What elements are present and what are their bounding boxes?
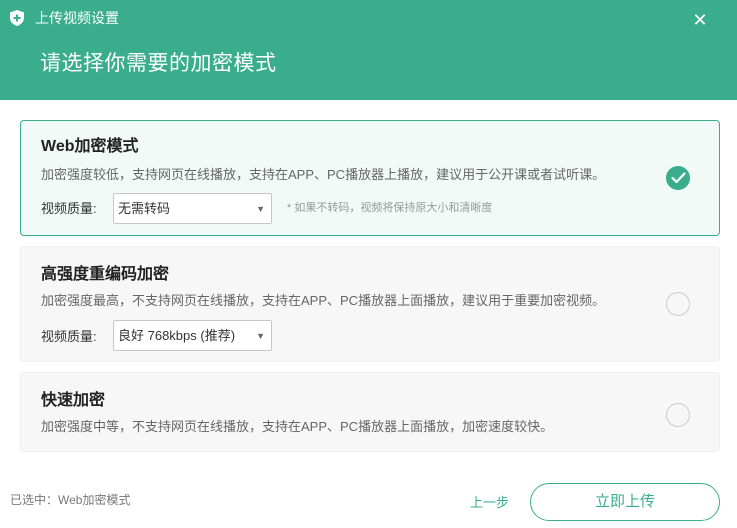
page-heading: 请选择你需要的加密模式 bbox=[40, 52, 277, 75]
selected-status: 已选中：Web加密模式 bbox=[10, 493, 131, 507]
shield-plus-icon bbox=[10, 10, 24, 26]
quality-select-value: 良好 768kbps (推荐) bbox=[118, 328, 236, 343]
option-title: 快速加密 bbox=[41, 392, 106, 409]
upload-now-button[interactable]: 立即上传 bbox=[530, 483, 720, 521]
checkmark-icon bbox=[671, 172, 686, 184]
dropdown-arrow-icon: ▼ bbox=[256, 204, 265, 214]
option-card-web-encryption[interactable]: Web加密模式 加密强度较低，支持网页在线播放，支持在APP、PC播放器上播放，… bbox=[20, 120, 720, 236]
option-description: 加密强度中等，不支持网页在线播放，支持在APP、PC播放器上面播放，加密速度较快… bbox=[41, 419, 554, 434]
option-description: 加密强度最高，不支持网页在线播放，支持在APP、PC播放器上面播放，建议用于重要… bbox=[41, 293, 606, 308]
option-title: Web加密模式 bbox=[41, 138, 139, 155]
previous-step-link[interactable]: 上一步 bbox=[470, 495, 509, 511]
dropdown-arrow-icon: ▼ bbox=[256, 331, 265, 341]
option-description: 加密强度较低，支持网页在线播放，支持在APP、PC播放器上播放，建议用于公开课或… bbox=[41, 167, 606, 182]
quality-label: 视频质量: bbox=[41, 329, 97, 344]
option-radio[interactable] bbox=[666, 292, 690, 316]
window-title: 上传视频设置 bbox=[35, 10, 119, 26]
option-radio[interactable] bbox=[666, 403, 690, 427]
option-title: 高强度重编码加密 bbox=[41, 266, 170, 283]
option-radio-selected[interactable] bbox=[666, 166, 690, 190]
close-icon[interactable]: ✕ bbox=[690, 10, 710, 30]
quality-label: 视频质量: bbox=[41, 201, 97, 216]
header-banner: 上传视频设置 ✕ 请选择你需要的加密模式 bbox=[0, 0, 737, 100]
title-bar[interactable]: 上传视频设置 ✕ bbox=[0, 0, 737, 38]
quality-note: * 如果不转码，视频将保持原大小和清晰度 bbox=[287, 202, 493, 214]
option-card-fast[interactable]: 快速加密 加密强度中等，不支持网页在线播放，支持在APP、PC播放器上面播放，加… bbox=[20, 372, 720, 452]
quality-select[interactable]: 无需转码 ▼ bbox=[113, 193, 272, 224]
quality-select[interactable]: 良好 768kbps (推荐) ▼ bbox=[113, 320, 272, 351]
option-card-high-strength[interactable]: 高强度重编码加密 加密强度最高，不支持网页在线播放，支持在APP、PC播放器上面… bbox=[20, 246, 720, 362]
quality-select-value: 无需转码 bbox=[118, 201, 171, 216]
